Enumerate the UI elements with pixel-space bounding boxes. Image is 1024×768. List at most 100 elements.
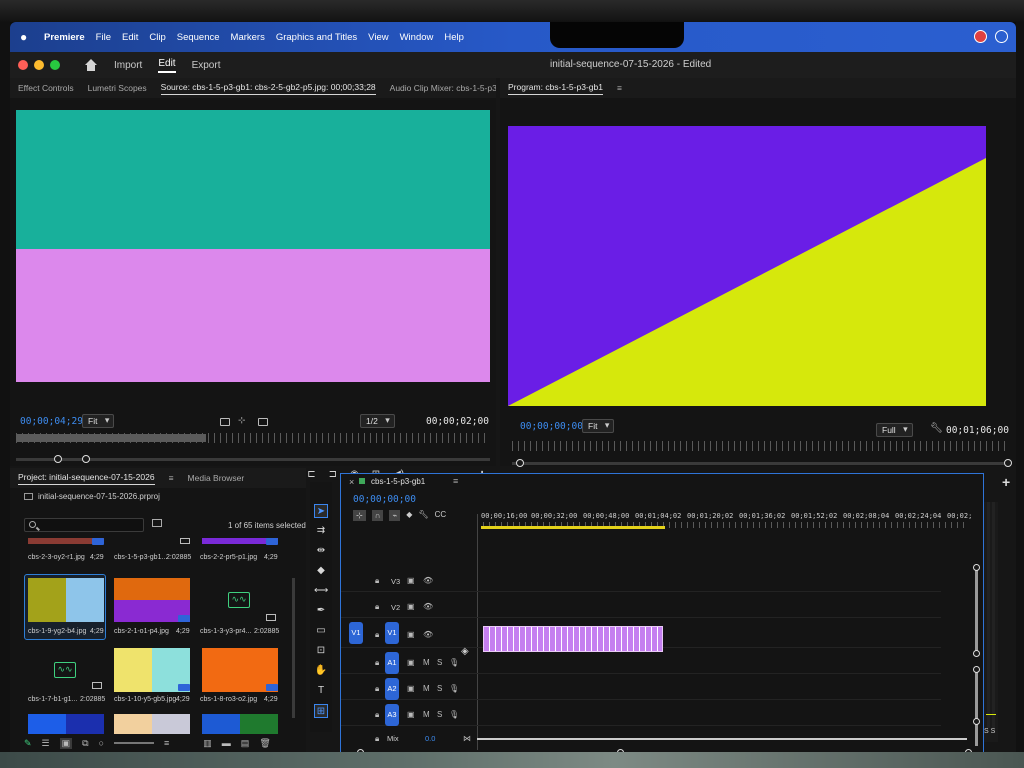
thumb-clip-12[interactable] xyxy=(202,714,278,734)
microphone-icon[interactable]: 🎙︎ xyxy=(449,684,459,693)
menu-sequence[interactable]: Sequence xyxy=(177,32,220,43)
program-video-frame[interactable] xyxy=(508,126,986,406)
solo-button[interactable]: S xyxy=(437,684,442,693)
microphone-icon[interactable]: 🎙︎ xyxy=(449,710,459,719)
mix-volume-line[interactable] xyxy=(477,738,967,740)
track-select-tool-icon[interactable]: ⇉ xyxy=(314,524,328,538)
mute-button[interactable]: M xyxy=(423,710,430,719)
menu-view[interactable]: View xyxy=(368,32,388,43)
control-center-icon[interactable] xyxy=(995,30,1008,43)
eye-icon[interactable]: 👁︎ xyxy=(423,576,433,585)
tab-lumetri-scopes[interactable]: Lumetri Scopes xyxy=(88,83,147,93)
program-resolution-dropdown[interactable]: Full xyxy=(876,423,913,437)
linked-selection-icon[interactable]: ⌁ xyxy=(389,510,401,521)
source-zoom-end-handle[interactable] xyxy=(82,455,90,463)
ripple-edit-tool-icon[interactable]: ⇹ xyxy=(314,544,328,558)
close-window-button[interactable] xyxy=(18,60,28,70)
sync-lock-icon[interactable]: ▣ xyxy=(407,602,415,611)
menu-app[interactable]: Premiere xyxy=(44,32,85,43)
sync-lock-icon[interactable]: ▣ xyxy=(407,684,415,693)
caption-tool-icon[interactable]: ⊞ xyxy=(314,704,328,718)
program-zoom-scrollbar[interactable] xyxy=(512,462,1008,465)
new-bin-from-search-icon[interactable] xyxy=(152,519,162,527)
source-playhead-timecode[interactable]: 00;00;04;29 xyxy=(20,416,83,427)
eye-icon[interactable]: 👁︎ xyxy=(423,602,433,611)
menu-file[interactable]: File xyxy=(96,32,111,43)
lock-icon[interactable]: 🔒︎ xyxy=(375,576,379,586)
hand-tool-icon[interactable]: ⊡ xyxy=(314,644,328,658)
minimize-window-button[interactable] xyxy=(34,60,44,70)
menu-graphics[interactable]: Graphics and Titles xyxy=(276,32,357,43)
apple-icon[interactable]: ● xyxy=(20,30,34,44)
menu-clip[interactable]: Clip xyxy=(149,32,165,43)
sort-icon[interactable]: ≡ xyxy=(164,738,169,748)
thumb-clip-11[interactable] xyxy=(114,714,190,734)
video-clips-v1[interactable] xyxy=(483,626,663,652)
video-scroll-bottom-handle[interactable] xyxy=(973,650,980,657)
overwrite-icon[interactable]: ⊐ xyxy=(329,469,337,480)
program-playhead-timecode[interactable]: 00;00;00;00 xyxy=(520,421,583,432)
source-patch-v1[interactable]: V1 xyxy=(349,622,363,644)
program-time-ruler[interactable] xyxy=(512,441,1008,451)
source-resolution-dropdown[interactable]: 1/2 xyxy=(360,414,395,428)
close-sequence-icon[interactable]: × xyxy=(349,477,354,487)
wrench-icon[interactable]: 🔧︎ xyxy=(930,423,943,434)
icon-view-icon[interactable]: ▣ xyxy=(59,737,73,749)
lock-icon[interactable]: 🔒︎ xyxy=(375,602,379,612)
pencil-icon[interactable]: ✎ xyxy=(24,738,32,749)
sequence-tab[interactable]: cbs-1-5-p3-gb1 xyxy=(371,477,425,486)
menu-help[interactable]: Help xyxy=(444,32,464,43)
sync-lock-icon[interactable]: ▣ xyxy=(407,658,415,667)
workspace-edit[interactable]: Edit xyxy=(158,58,176,73)
pen-tool-icon[interactable]: ✒ xyxy=(314,604,328,618)
project-search-input[interactable] xyxy=(24,518,144,532)
track-target-a3[interactable]: A3 xyxy=(385,704,399,726)
audio-waveform-icon[interactable]: ∿∿ xyxy=(54,662,76,678)
item-name[interactable]: cbs-1-5-p3-gb1... xyxy=(114,554,167,561)
source-zoom-start-handle[interactable] xyxy=(54,455,62,463)
tab-program[interactable]: Program: cbs-1-5-p3-gb1 xyxy=(508,82,603,95)
safe-margins-icon[interactable] xyxy=(220,418,230,426)
audio-waveform-icon[interactable]: ∿∿ xyxy=(228,592,250,608)
lock-icon[interactable]: 🔒︎ xyxy=(375,658,379,668)
track-target-v1[interactable]: V1 xyxy=(385,622,399,644)
type-tool-icon[interactable]: T xyxy=(314,684,328,698)
item-name[interactable]: cbs-1-8-ro3-o2.jpg xyxy=(200,696,257,703)
home-icon[interactable] xyxy=(84,59,98,71)
tab-audio-clip-mixer[interactable]: Audio Clip Mixer: cbs-1-5-p3-gb1 xyxy=(390,83,496,93)
video-scroll-top-handle[interactable] xyxy=(973,564,980,571)
new-item-icon[interactable]: ▤ xyxy=(241,738,250,749)
zoom-slider-knob-icon[interactable]: ○ xyxy=(99,738,104,748)
workspace-export[interactable]: Export xyxy=(192,60,221,71)
timeline-scroll-right-handle[interactable] xyxy=(965,749,972,752)
audio-tracks-vertical-scrollbar[interactable] xyxy=(975,670,978,746)
track-target-a1[interactable]: A1 xyxy=(385,652,399,674)
timeline-settings-icon[interactable]: 🔧︎ xyxy=(418,510,428,521)
eye-icon[interactable]: 👁︎ xyxy=(423,630,433,639)
item-name[interactable]: cbs-1-10-y5-gb5.jpg xyxy=(114,696,176,703)
selection-tool-icon[interactable]: ➤ xyxy=(314,504,328,518)
work-area-bar[interactable] xyxy=(481,526,665,529)
automate-to-sequence-icon[interactable]: ▥ xyxy=(203,738,212,749)
program-zoom-dropdown[interactable]: Fit xyxy=(582,419,615,433)
source-video-frame[interactable] xyxy=(16,110,490,382)
microphone-icon[interactable]: 🎙︎ xyxy=(449,658,459,667)
trash-icon[interactable]: 🗑︎ xyxy=(259,738,270,749)
slip-tool-icon[interactable]: ⟷ xyxy=(314,584,328,598)
audio-scroll-top-handle[interactable] xyxy=(973,666,980,673)
timeline-scroll-start-handle[interactable] xyxy=(357,749,364,752)
track-target-a2[interactable]: A2 xyxy=(385,678,399,700)
mute-button[interactable]: M xyxy=(423,684,430,693)
timeline-menu-icon[interactable]: ≡ xyxy=(453,476,458,486)
lock-icon[interactable]: 🔒︎ xyxy=(375,630,379,640)
tab-source[interactable]: Source: cbs-1-5-p3-gb1: cbs-2-5-gb2-p5.j… xyxy=(160,82,376,95)
program-zoom-end-handle[interactable] xyxy=(1004,459,1012,467)
list-view-icon[interactable]: ☰ xyxy=(42,738,50,749)
lock-icon[interactable]: 🔒︎ xyxy=(375,684,379,694)
snap-magnet-icon[interactable]: ∩ xyxy=(371,510,384,521)
workspace-import[interactable]: Import xyxy=(114,60,142,71)
thumb-clip-4[interactable] xyxy=(28,578,104,622)
project-scrollbar[interactable] xyxy=(292,578,295,718)
item-name[interactable]: cbs-2-3-oy2-r1.jpg xyxy=(28,554,85,561)
item-name[interactable]: cbs-1-3-y3-pr4... xyxy=(200,628,251,635)
